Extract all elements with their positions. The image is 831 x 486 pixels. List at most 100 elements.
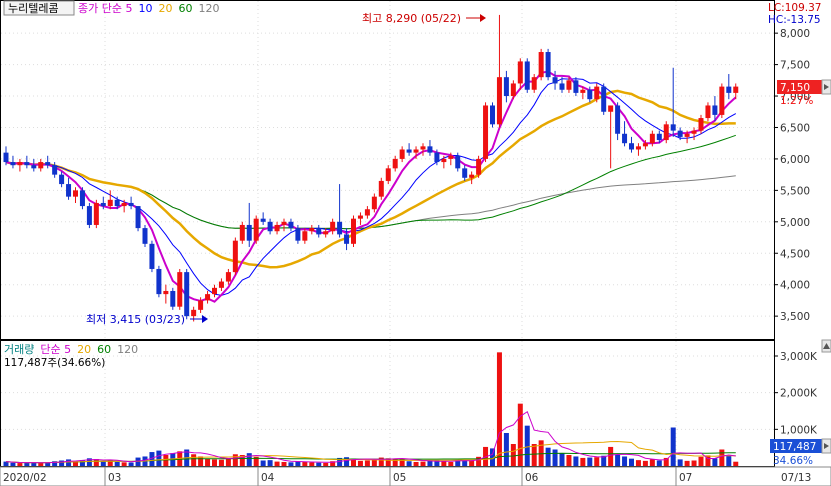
volume-bar[interactable]	[274, 461, 280, 466]
volume-bar[interactable]	[323, 462, 329, 466]
volume-bar[interactable]	[316, 462, 322, 466]
volume-bar[interactable]	[684, 460, 690, 466]
volume-bar[interactable]	[663, 457, 669, 466]
volume-bar[interactable]	[545, 447, 551, 466]
volume-bar[interactable]	[212, 459, 217, 466]
volume-bar[interactable]	[538, 440, 544, 466]
legend-item[interactable]: 종가 단순 5	[78, 2, 132, 15]
volume-bar[interactable]	[267, 460, 273, 466]
volume-bar[interactable]	[615, 455, 621, 466]
candle[interactable]	[545, 48, 551, 81]
volume-bar[interactable]	[531, 444, 537, 466]
volume-bar[interactable]	[691, 460, 697, 467]
stock-name[interactable]: 누리텔레콤	[8, 2, 59, 15]
volume-bar[interactable]	[156, 450, 162, 466]
volume-bar[interactable]	[587, 457, 593, 466]
volume-bar[interactable]	[496, 352, 502, 466]
volume-bar[interactable]	[608, 446, 614, 466]
volume-bar[interactable]	[121, 462, 127, 466]
legend-item[interactable]: 거래량	[4, 343, 34, 356]
candle[interactable]	[483, 102, 489, 163]
volume-bar[interactable]	[10, 462, 16, 466]
candle[interactable]	[135, 206, 141, 232]
volume-bar[interactable]	[246, 453, 252, 466]
legend-item[interactable]: 60	[178, 2, 192, 15]
volume-bar[interactable]	[635, 460, 641, 466]
volume-bar[interactable]	[232, 454, 238, 466]
volume-bar[interactable]	[66, 459, 72, 466]
candle[interactable]	[719, 83, 725, 119]
volume-bar[interactable]	[357, 460, 363, 466]
volume-bar[interactable]	[733, 461, 739, 466]
volume-bar[interactable]	[559, 453, 565, 466]
volume-bar[interactable]	[712, 458, 718, 466]
candle[interactable]	[663, 121, 669, 144]
candle[interactable]	[184, 268, 190, 320]
candle[interactable]	[142, 224, 148, 247]
volume-bar[interactable]	[309, 462, 315, 466]
volume-bar[interactable]	[642, 460, 648, 466]
volume-bar[interactable]	[45, 462, 51, 466]
candle[interactable]	[86, 202, 92, 229]
volume-bar[interactable]	[3, 461, 9, 466]
legend-item[interactable]: 단순 5	[40, 343, 71, 356]
candle[interactable]	[351, 215, 356, 247]
volume-bar[interactable]	[656, 460, 662, 467]
candle[interactable]	[177, 268, 183, 310]
volume-bar[interactable]	[413, 461, 419, 466]
candle[interactable]	[490, 102, 495, 128]
volume-bar[interactable]	[517, 403, 523, 466]
volume-bar[interactable]	[114, 461, 120, 466]
volume-bar[interactable]	[719, 449, 725, 467]
volume-bar[interactable]	[302, 461, 308, 466]
stock-chart[interactable]: 8,0007,5007,0006,5006,0005,5005,0004,500…	[0, 0, 831, 486]
volume-bar[interactable]	[225, 458, 231, 466]
volume-bar[interactable]	[594, 457, 600, 466]
candle[interactable]	[170, 287, 176, 310]
legend-item[interactable]: 120	[117, 343, 138, 356]
volume-bar[interactable]	[100, 461, 106, 466]
volume-bar[interactable]	[670, 427, 676, 467]
candle[interactable]	[476, 155, 482, 178]
volume-bar[interactable]	[622, 456, 628, 466]
candle[interactable]	[253, 215, 259, 244]
candle[interactable]	[79, 187, 85, 210]
candle[interactable]	[93, 199, 99, 229]
candle[interactable]	[149, 240, 155, 273]
volume-panel[interactable]	[0, 340, 775, 467]
candle[interactable]	[524, 58, 530, 93]
volume-bar[interactable]	[552, 449, 558, 467]
candle[interactable]	[232, 237, 238, 276]
volume-bar[interactable]	[677, 459, 683, 466]
volume-bar[interactable]	[503, 433, 509, 466]
volume-bar[interactable]	[726, 455, 732, 466]
volume-bar[interactable]	[420, 461, 426, 466]
volume-bar[interactable]	[364, 460, 370, 467]
candle[interactable]	[378, 177, 384, 200]
volume-bar[interactable]	[524, 425, 530, 466]
volume-bar[interactable]	[218, 459, 224, 466]
volume-bar[interactable]	[288, 462, 294, 466]
volume-bar[interactable]	[427, 460, 433, 466]
volume-bar[interactable]	[510, 444, 516, 466]
candle[interactable]	[156, 265, 162, 298]
volume-bar[interactable]	[441, 461, 447, 466]
volume-bar[interactable]	[649, 459, 655, 466]
volume-bar[interactable]	[406, 461, 412, 466]
legend-item[interactable]: 120	[198, 2, 219, 15]
price-legend[interactable]: 종가 단순 5 10 20 60 120	[78, 2, 219, 15]
legend-item[interactable]: 60	[97, 343, 111, 356]
volume-bar[interactable]	[191, 454, 197, 466]
volume-legend[interactable]: 거래량 단순 5 20 60 120	[4, 343, 138, 356]
volume-bar[interactable]	[392, 458, 398, 466]
volume-bar[interactable]	[566, 455, 572, 466]
volume-bar[interactable]	[344, 457, 350, 466]
volume-bar[interactable]	[698, 456, 704, 466]
volume-bar[interactable]	[573, 456, 579, 466]
candle[interactable]	[538, 48, 544, 81]
volume-bar[interactable]	[135, 457, 141, 466]
volume-bar[interactable]	[476, 456, 482, 466]
volume-bar[interactable]	[24, 462, 30, 466]
volume-bar[interactable]	[198, 456, 204, 466]
volume-bar[interactable]	[17, 463, 23, 466]
